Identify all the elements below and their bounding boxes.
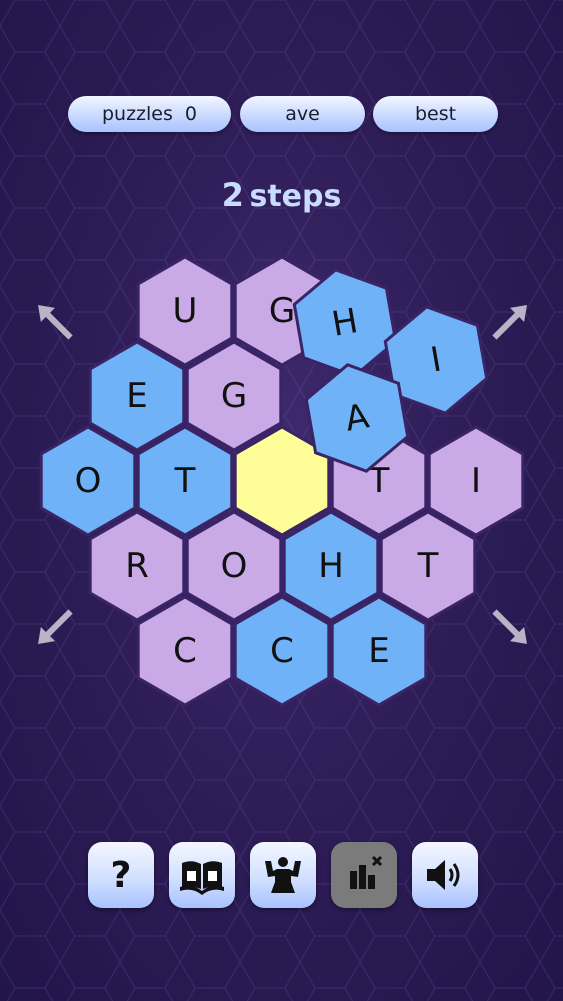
help-button[interactable]: ? bbox=[88, 842, 154, 908]
tile-letter: O bbox=[75, 461, 102, 501]
speaker-icon bbox=[427, 860, 460, 890]
tile-letter: R bbox=[125, 546, 149, 586]
hex-tile[interactable]: C bbox=[136, 595, 234, 707]
rotate-arrow-top-left[interactable] bbox=[31, 298, 78, 345]
stats-off-icon bbox=[350, 855, 383, 889]
sound-button[interactable] bbox=[412, 842, 478, 908]
hex-tile[interactable]: O bbox=[185, 510, 283, 622]
arrow-icon bbox=[492, 609, 527, 644]
arrow-icon bbox=[38, 609, 73, 644]
tile-letter: E bbox=[126, 376, 147, 416]
hex-tile[interactable]: R bbox=[88, 510, 186, 622]
arrow-icon bbox=[38, 305, 73, 340]
tile-letter: C bbox=[173, 631, 197, 671]
tile-letter: G bbox=[269, 291, 295, 331]
stats-button[interactable] bbox=[331, 842, 397, 908]
tile-letter: E bbox=[368, 631, 389, 671]
svg-text:?: ? bbox=[111, 855, 132, 895]
hex-tile[interactable]: E bbox=[88, 340, 186, 452]
hex-tile[interactable]: I bbox=[427, 425, 525, 537]
dictionary-icon bbox=[180, 861, 224, 895]
tile-letter: G bbox=[221, 376, 247, 416]
hex-tile[interactable]: T bbox=[379, 510, 477, 622]
rotate-arrow-bottom-right[interactable] bbox=[487, 604, 534, 651]
tile-letter: I bbox=[471, 461, 481, 501]
tile-letter: O bbox=[221, 546, 248, 586]
hex-tile[interactable]: U bbox=[136, 255, 234, 367]
tile-letter: T bbox=[417, 546, 439, 586]
hex-tile[interactable]: E bbox=[330, 595, 428, 707]
strongman-icon bbox=[265, 857, 301, 893]
rotate-arrow-top-right[interactable] bbox=[487, 298, 534, 345]
tile-letter: C bbox=[270, 631, 294, 671]
hex-tile[interactable]: O bbox=[39, 425, 137, 537]
strength-button[interactable] bbox=[250, 842, 316, 908]
tile-letter: H bbox=[318, 546, 344, 586]
tile-letter: U bbox=[173, 291, 198, 331]
hex-tile[interactable]: H bbox=[282, 510, 380, 622]
hex-tile[interactable]: T bbox=[136, 425, 234, 537]
arrow-icon bbox=[492, 305, 527, 340]
dictionary-button[interactable] bbox=[169, 842, 235, 908]
tile-letter: T bbox=[174, 461, 196, 501]
question-icon: ? bbox=[111, 855, 132, 895]
hex-tile[interactable]: C bbox=[233, 595, 331, 707]
hex-tile[interactable]: G bbox=[185, 340, 283, 452]
rotate-arrow-bottom-left[interactable] bbox=[31, 604, 78, 651]
